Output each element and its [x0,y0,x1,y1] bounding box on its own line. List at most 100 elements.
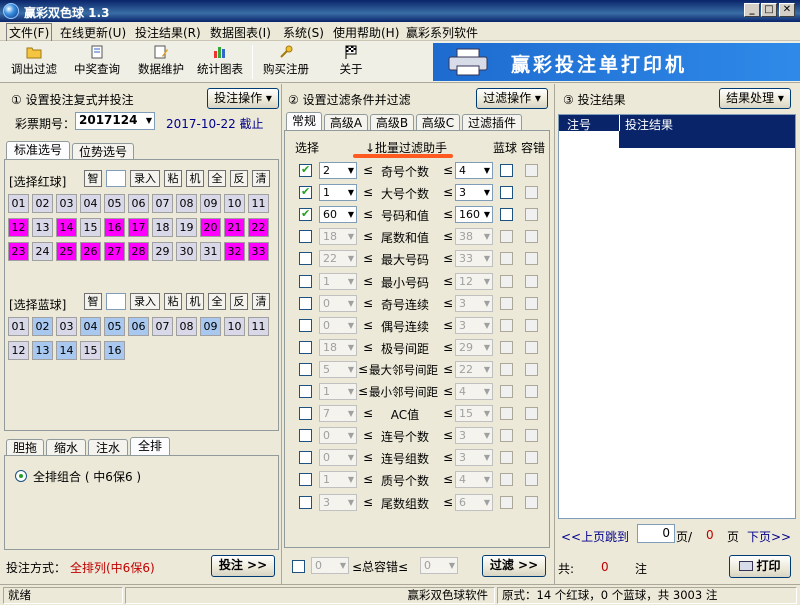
red-blank-field-input[interactable] [106,170,126,187]
red-ball-13[interactable]: 13 [32,218,53,237]
red-ball-21[interactable]: 21 [224,218,245,237]
filter-button[interactable]: 过滤 >> [482,555,546,577]
filter-blue-checkbox[interactable] [500,318,513,332]
filter-row-checkbox[interactable] [299,473,312,487]
result-list[interactable]: 注号 投注结果 [558,114,796,519]
red-input-button[interactable]: 录入 [130,170,160,187]
blue-ball-15[interactable]: 15 [80,341,101,360]
red-ball-20[interactable]: 20 [200,218,221,237]
blue-ball-02[interactable]: 02 [32,317,53,336]
red-random-button[interactable]: 机 [186,170,204,187]
filter-tolerance-checkbox[interactable] [525,340,538,354]
filter-blue-checkbox[interactable] [500,451,513,465]
filter-max-select[interactable]: 4 [455,471,493,489]
blue-paste-button[interactable]: 粘 [164,293,182,310]
total-tolerance-min[interactable]: 0 [311,557,349,574]
print-button[interactable]: 打印 [729,555,791,578]
red-ball-25[interactable]: 25 [56,242,77,261]
next-page-link[interactable]: 下页>> [747,528,791,545]
menu-series[interactable]: 赢彩系列软件 [406,24,478,41]
filter-blue-checkbox[interactable] [500,407,513,421]
filter-min-select[interactable]: 0 [319,294,357,312]
filter-min-select[interactable]: 18 [319,338,357,356]
issue-select[interactable]: 2017124 [75,112,155,130]
filter-blue-checkbox[interactable] [500,208,513,222]
blue-ball-09[interactable]: 09 [200,317,221,336]
print-banner[interactable]: 赢彩投注单打印机 [433,43,800,81]
statistics-chart-button[interactable]: 统计图表 [194,43,246,81]
filter-blue-checkbox[interactable] [500,252,513,266]
menu-bet-results[interactable]: 投注结果(R) [135,24,201,41]
prize-query-button[interactable]: 中奖查询 [66,43,128,81]
blue-ball-08[interactable]: 08 [176,317,197,336]
filter-min-select[interactable]: 22 [319,250,357,268]
blue-ball-13[interactable]: 13 [32,341,53,360]
filter-max-select[interactable]: 12 [455,272,493,290]
blue-smart-button[interactable]: 智 [84,293,102,310]
filter-tolerance-checkbox[interactable] [525,296,538,310]
red-ball-30[interactable]: 30 [176,242,197,261]
close-button[interactable]: ✕ [779,3,795,17]
filter-tolerance-checkbox[interactable] [525,164,538,177]
filter-row-checkbox[interactable] [299,318,312,332]
red-ball-22[interactable]: 22 [248,218,269,237]
menu-help[interactable]: 使用帮助(H) [333,24,399,41]
filter-max-select[interactable]: 6 [455,493,493,511]
blue-ball-03[interactable]: 03 [56,317,77,336]
result-selected-cell[interactable] [619,131,795,148]
tab-normal[interactable]: 常规 [286,112,322,132]
red-ball-09[interactable]: 09 [200,194,221,213]
result-ops-button[interactable]: 结果处理 [719,88,791,109]
menu-file[interactable]: 文件(F) [6,23,53,42]
register-button[interactable]: 购买注册 [258,43,314,81]
page-input[interactable]: 0 [637,524,675,543]
menu-online-update[interactable]: 在线更新(U) [60,24,126,41]
red-ball-06[interactable]: 06 [128,194,149,213]
filter-row-checkbox[interactable] [299,429,312,443]
filter-tolerance-checkbox[interactable] [525,473,538,487]
filter-min-select[interactable]: 60 [319,206,357,224]
total-tolerance-checkbox[interactable] [292,560,305,573]
filter-tolerance-checkbox[interactable] [525,186,538,200]
filter-max-select[interactable]: 3 [455,294,493,312]
filter-tolerance-checkbox[interactable] [525,318,538,332]
red-clear-button[interactable]: 清 [252,170,270,187]
minimize-button[interactable]: _ [744,3,760,17]
red-ball-23[interactable]: 23 [8,242,29,261]
red-ball-14[interactable]: 14 [56,218,77,237]
filter-min-select[interactable]: 1 [319,184,357,202]
filter-min-select[interactable]: 7 [319,405,357,423]
filter-tolerance-checkbox[interactable] [525,385,538,398]
filter-row-checkbox[interactable] [299,252,312,266]
filter-max-select[interactable]: 3 [455,184,493,202]
filter-blue-checkbox[interactable] [500,230,513,244]
blue-input-button[interactable]: 录入 [130,293,160,310]
blue-all-button[interactable]: 全 [208,293,226,310]
filter-row-checkbox[interactable] [299,495,312,509]
filter-tolerance-checkbox[interactable] [525,407,538,421]
blue-ball-12[interactable]: 12 [8,341,29,360]
filter-max-select[interactable]: 29 [455,338,493,356]
red-ball-01[interactable]: 01 [8,194,29,213]
red-ball-17[interactable]: 17 [128,218,149,237]
filter-row-checkbox[interactable] [299,451,312,465]
red-smart-button[interactable]: 智 [84,170,102,187]
filter-row-checkbox[interactable] [299,207,312,222]
red-ball-10[interactable]: 10 [224,194,245,213]
filter-row-checkbox[interactable] [299,385,312,398]
filter-min-select[interactable]: 0 [319,449,357,467]
red-ball-08[interactable]: 08 [176,194,197,213]
red-ball-03[interactable]: 03 [56,194,77,213]
prev-page-link[interactable]: <<上页 [561,528,605,545]
blue-ball-11[interactable]: 11 [248,317,269,336]
blue-blank-field-input[interactable] [106,293,126,310]
red-ball-28[interactable]: 28 [128,242,149,261]
bet-ops-button[interactable]: 投注操作 [207,88,279,109]
filter-max-select[interactable]: 3 [455,427,493,445]
filter-min-select[interactable]: 1 [319,383,357,400]
filter-min-select[interactable]: 5 [319,360,357,378]
filter-row-checkbox[interactable] [299,163,312,177]
filter-blue-checkbox[interactable] [500,340,513,354]
filter-tolerance-checkbox[interactable] [525,451,538,465]
red-ball-07[interactable]: 07 [152,194,173,213]
